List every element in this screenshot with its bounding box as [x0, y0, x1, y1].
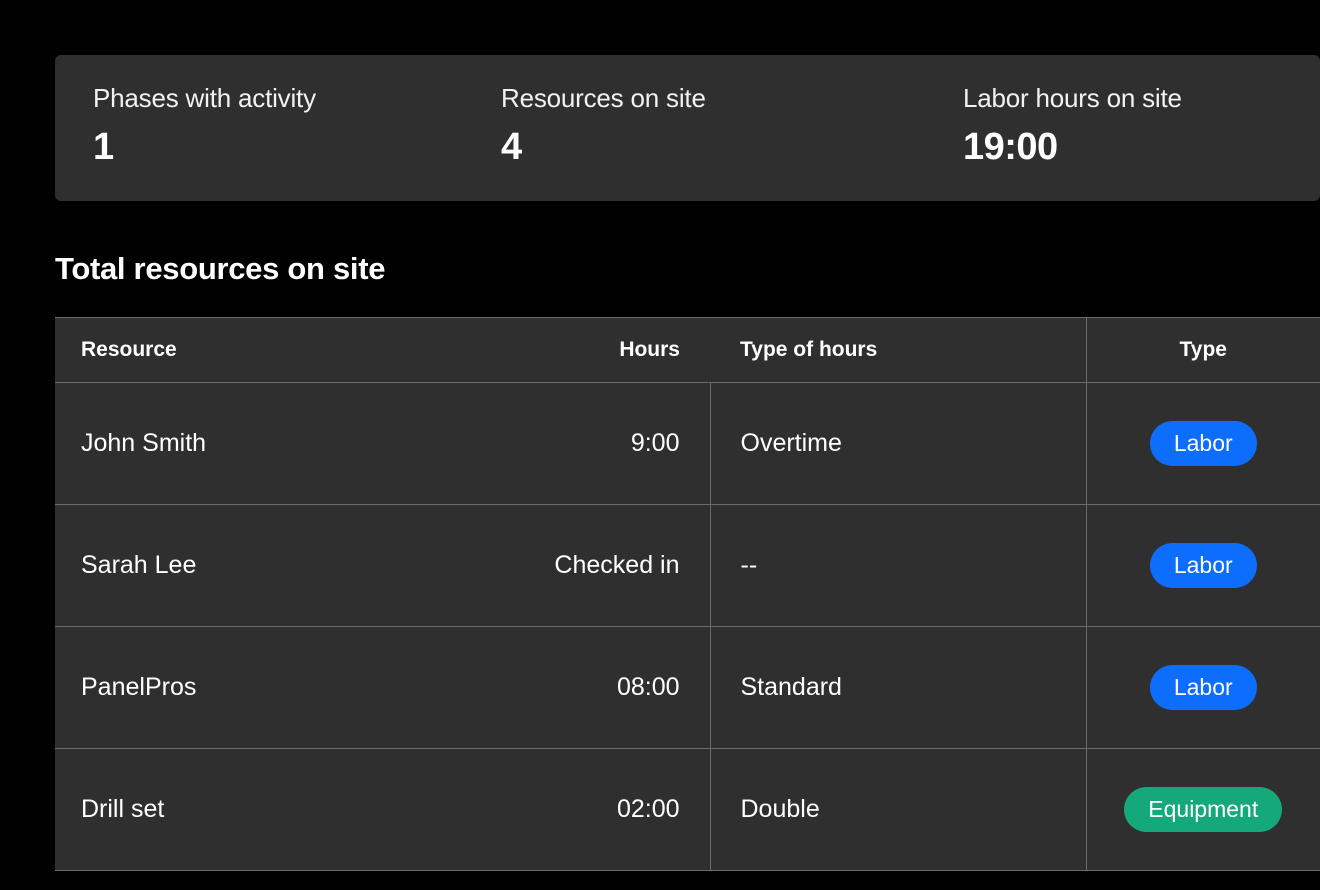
summary-phases: Phases with activity 1 [93, 83, 501, 169]
cell-hours: Checked in [485, 505, 710, 627]
summary-phases-label: Phases with activity [93, 83, 501, 114]
summary-phases-value: 1 [93, 126, 501, 169]
type-badge: Labor [1150, 421, 1257, 466]
summary-resources: Resources on site 4 [501, 83, 963, 169]
cell-type-of-hours: Standard [710, 627, 1086, 749]
summary-bar: Phases with activity 1 Resources on site… [55, 55, 1320, 201]
header-resource[interactable]: Resource [55, 318, 485, 383]
resources-table: Resource Hours Type of hours Type John S… [55, 317, 1320, 871]
table-row[interactable]: PanelPros08:00Standard Labor [55, 627, 1320, 749]
cell-type-of-hours: -- [710, 505, 1086, 627]
cell-type: Labor [1086, 505, 1320, 627]
summary-labor-hours: Labor hours on site 19:00 [963, 83, 1182, 169]
section-title: Total resources on site [55, 251, 1320, 287]
summary-resources-value: 4 [501, 126, 963, 169]
table-row[interactable]: Drill set02:00Double Equipment [55, 749, 1320, 871]
type-badge: Labor [1150, 543, 1257, 588]
summary-resources-label: Resources on site [501, 83, 963, 114]
cell-resource: Sarah Lee [55, 505, 485, 627]
summary-labor-hours-label: Labor hours on site [963, 83, 1182, 114]
cell-hours: 9:00 [485, 383, 710, 505]
cell-resource: PanelPros [55, 627, 485, 749]
cell-resource: Drill set [55, 749, 485, 871]
cell-hours: 08:00 [485, 627, 710, 749]
table-row[interactable]: John Smith9:00Overtime Labor [55, 383, 1320, 505]
header-type[interactable]: Type [1086, 318, 1320, 383]
cell-resource: John Smith [55, 383, 485, 505]
header-type-of-hours[interactable]: Type of hours [710, 318, 1086, 383]
summary-labor-hours-value: 19:00 [963, 126, 1182, 169]
cell-hours: 02:00 [485, 749, 710, 871]
cell-type: Labor [1086, 383, 1320, 505]
cell-type-of-hours: Double [710, 749, 1086, 871]
cell-type: Equipment [1086, 749, 1320, 871]
table-header-row: Resource Hours Type of hours Type [55, 318, 1320, 383]
type-badge: Labor [1150, 665, 1257, 710]
table-row[interactable]: Sarah LeeChecked in-- Labor [55, 505, 1320, 627]
cell-type: Labor [1086, 627, 1320, 749]
cell-type-of-hours: Overtime [710, 383, 1086, 505]
header-hours[interactable]: Hours [485, 318, 710, 383]
type-badge: Equipment [1124, 787, 1282, 832]
